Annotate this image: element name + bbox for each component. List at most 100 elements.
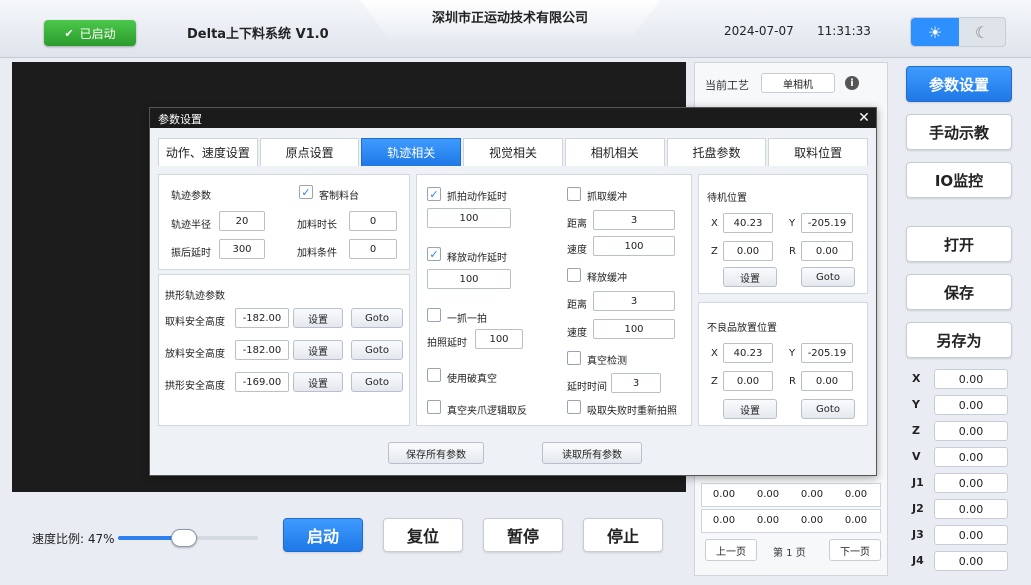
reject-set-button[interactable]: 设置 (723, 399, 777, 419)
standby-set-button[interactable]: 设置 (723, 267, 777, 287)
slider-handle[interactable] (170, 529, 197, 547)
manual-teach-button[interactable]: 手动示教 (906, 114, 1012, 150)
pick-safe-height-input[interactable]: -182.00 (235, 308, 289, 328)
place-safe-height-input[interactable]: -182.00 (235, 340, 289, 360)
goto-button[interactable]: Goto (351, 308, 403, 328)
release-buffer-checkbox[interactable] (567, 268, 581, 282)
tab-vision[interactable]: 视觉相关 (463, 138, 563, 166)
reject-x-input[interactable]: 40.23 (723, 343, 773, 363)
feed-condition-input[interactable]: 0 (349, 239, 397, 259)
release-delay-label: 释放动作延时 (447, 253, 507, 264)
axis-value-v: 0.00 (934, 447, 1008, 467)
axis-label-j1: J1 (912, 476, 924, 489)
check-icon: ✓ (429, 247, 439, 261)
info-icon[interactable]: i (845, 76, 859, 90)
set-button[interactable]: 设置 (293, 308, 343, 328)
running-status-button[interactable]: ✔ 已启动 (44, 20, 136, 46)
break-vacuum-checkbox[interactable] (427, 368, 441, 382)
dialog-titlebar: 参数设置 ✕ (150, 108, 876, 128)
release-delay-input[interactable]: 100 (427, 269, 511, 289)
reject-z-input[interactable]: 0.00 (723, 371, 773, 391)
standby-z-input[interactable]: 0.00 (723, 241, 773, 261)
load-all-params-button[interactable]: 读取所有参数 (542, 442, 642, 464)
swing-delay-input[interactable]: 300 (219, 239, 265, 259)
track-radius-input[interactable]: 20 (219, 211, 265, 231)
moon-icon[interactable]: ☾ (959, 18, 1005, 46)
io-monitor-button[interactable]: IO监控 (906, 162, 1012, 198)
axis-value-j1: 0.00 (934, 473, 1008, 493)
reset-button[interactable]: 复位 (383, 518, 463, 552)
tab-pick-position[interactable]: 取料位置 (768, 138, 869, 166)
photo-delay-label: 拍照延时 (427, 338, 467, 349)
axis-value-x: 0.00 (934, 369, 1008, 389)
standby-goto-button[interactable]: Goto (801, 267, 855, 287)
retake-photo-checkbox[interactable] (567, 400, 581, 414)
reject-position-group: 不良品放置位置 X 40.23 Y -205.19 Z 0.00 R 0.00 … (698, 302, 868, 426)
delay-time-input[interactable]: 3 (611, 373, 661, 393)
custom-material-checkbox[interactable]: ✓ (299, 185, 313, 199)
release-speed-input[interactable]: 100 (593, 319, 675, 339)
speed-slider[interactable] (118, 528, 258, 548)
coord-cell: 0.00 (756, 489, 780, 500)
tab-origin[interactable]: 原点设置 (259, 138, 360, 166)
coord-cell: 0.00 (800, 515, 824, 526)
vacuum-invert-checkbox[interactable] (427, 400, 441, 414)
save-all-params-button[interactable]: 保存所有参数 (388, 442, 484, 464)
arch-params-group: 拱形轨迹参数 取料安全高度 -182.00 设置 Goto 放料安全高度 -18… (158, 274, 410, 426)
grab-delay-input[interactable]: 100 (427, 208, 511, 228)
release-buffer-label: 释放缓冲 (587, 273, 627, 284)
grab-speed-input[interactable]: 100 (593, 236, 675, 256)
set-button[interactable]: 设置 (293, 340, 343, 360)
save-as-button[interactable]: 另存为 (906, 322, 1012, 358)
reject-y-input[interactable]: -205.19 (801, 343, 853, 363)
grab-delay-label: 抓拍动作延时 (447, 192, 507, 203)
goto-button[interactable]: Goto (351, 372, 403, 392)
release-delay-checkbox[interactable]: ✓ (427, 247, 441, 261)
axis-letter-y: Y (789, 348, 796, 359)
param-settings-button[interactable]: 参数设置 (906, 66, 1012, 102)
start-button[interactable]: 启动 (283, 518, 363, 552)
grab-distance-input[interactable]: 3 (593, 210, 675, 230)
grab-delay-checkbox[interactable]: ✓ (427, 187, 441, 201)
grab-buffer-checkbox[interactable] (567, 187, 581, 201)
standby-x-input[interactable]: 40.23 (723, 213, 773, 233)
coord-row: 0.00 0.00 0.00 0.00 (701, 509, 881, 533)
tab-tray[interactable]: 托盘参数 (666, 138, 767, 166)
axis-label-z: Z (912, 424, 920, 437)
axis-label-j2: J2 (912, 502, 924, 515)
process-value[interactable]: 单相机 (761, 73, 835, 93)
axis-label-x: X (912, 372, 921, 385)
axis-label-v: V (912, 450, 921, 463)
close-icon[interactable]: ✕ (856, 109, 872, 127)
one-shot-checkbox[interactable] (427, 308, 441, 322)
set-button[interactable]: 设置 (293, 372, 343, 392)
tab-trajectory[interactable]: 轨迹相关 (361, 138, 462, 166)
delay-time-label: 延时时间 (567, 382, 607, 393)
reject-r-input[interactable]: 0.00 (801, 371, 853, 391)
standby-y-input[interactable]: -205.19 (801, 213, 853, 233)
app-title: Delta上下料系统 V1.0 (187, 27, 329, 42)
vacuum-detect-checkbox[interactable] (567, 351, 581, 365)
goto-button[interactable]: Goto (351, 340, 403, 360)
release-distance-input[interactable]: 3 (593, 291, 675, 311)
prev-page-button[interactable]: 上一页 (705, 539, 757, 561)
tab-motion-speed[interactable]: 动作、速度设置 (158, 138, 258, 166)
sun-icon[interactable]: ☀ (911, 18, 959, 46)
photo-delay-input[interactable]: 100 (475, 329, 523, 349)
reject-goto-button[interactable]: Goto (801, 399, 855, 419)
custom-material-label: 客制料台 (319, 191, 359, 202)
date-display: 2024-07-07 (724, 24, 794, 38)
axis-letter-y: Y (789, 218, 796, 229)
standby-r-input[interactable]: 0.00 (801, 241, 853, 261)
tab-camera[interactable]: 相机相关 (564, 138, 665, 166)
save-button[interactable]: 保存 (906, 274, 1012, 310)
arch-safe-height-input[interactable]: -169.00 (235, 372, 289, 392)
open-button[interactable]: 打开 (906, 226, 1012, 262)
stop-button[interactable]: 停止 (583, 518, 663, 552)
pause-button[interactable]: 暂停 (483, 518, 563, 552)
coord-cell: 0.00 (712, 515, 736, 526)
pick-safe-height-label: 取料安全高度 (165, 317, 225, 328)
next-page-button[interactable]: 下一页 (829, 539, 881, 561)
param-settings-dialog: 参数设置 ✕ 动作、速度设置 原点设置 轨迹相关 视觉相关 相机相关 托盘参数 … (149, 107, 877, 476)
feed-time-input[interactable]: 0 (349, 211, 397, 231)
